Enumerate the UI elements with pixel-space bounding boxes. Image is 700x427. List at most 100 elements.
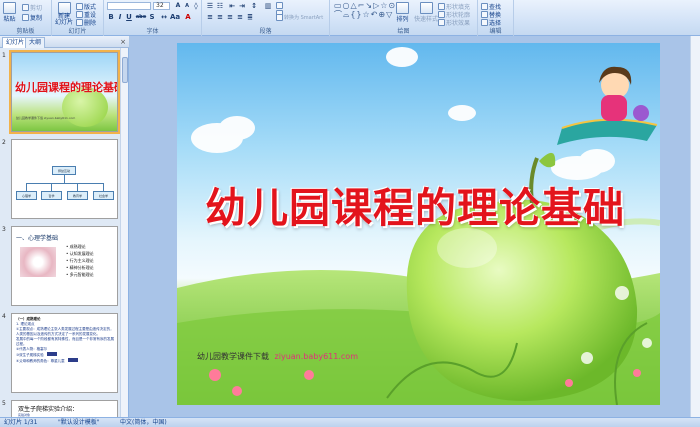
slides-label: 幻灯片 — [68, 28, 87, 35]
shadow-button[interactable]: S — [148, 13, 156, 21]
thumbnail-scrollbar[interactable] — [120, 48, 128, 417]
font-group: 32 A A ◊ B I U abe S ↔ Aa A 字体 — [104, 0, 202, 36]
slide-thumbnail-1[interactable]: 幼儿园课程的理论基础 幼儿园教学课件下载 ziyuan.baby611.com — [9, 50, 120, 134]
scissors-icon — [22, 4, 29, 11]
clipboard-label: 剪贴板 — [16, 28, 35, 35]
slide-number: 1 — [2, 52, 6, 59]
bullets-icon[interactable]: ☰ — [206, 2, 214, 10]
slide-counter: 幻灯片 1/31 — [4, 419, 38, 426]
slide-footer[interactable]: 幼儿园教学课件下载 ziyuan.baby611.com — [197, 351, 358, 362]
arrange-icon — [396, 2, 409, 14]
editing-label: 编辑 — [489, 28, 502, 35]
copy-icon — [22, 14, 29, 21]
quick-styles-button[interactable]: 快速样式 — [414, 2, 438, 23]
justify-icon[interactable]: ≡ — [236, 13, 244, 21]
slide-number: 3 — [2, 226, 6, 233]
align-left-icon[interactable]: ≡ — [206, 13, 214, 21]
close-icon[interactable]: × — [120, 38, 126, 46]
numbering-icon[interactable]: ☷ — [216, 2, 224, 10]
decrease-indent-icon[interactable]: ⇤ — [228, 2, 236, 10]
convert-smartart-button[interactable]: 转换为 SmartArt — [276, 14, 323, 21]
theme-name: "默认设计模板" — [58, 419, 100, 426]
shapes-gallery-row2[interactable]: ⌒⌓{}☆↶⊕▽ — [334, 11, 394, 19]
line-spacing-icon[interactable]: ↕ — [250, 2, 258, 10]
editor-scrollbar[interactable] — [690, 36, 700, 417]
text-direction-button[interactable] — [276, 2, 283, 9]
copy-button[interactable]: 复制 — [22, 13, 42, 22]
distribute-icon[interactable]: ≣ — [246, 13, 254, 21]
connector — [77, 183, 78, 191]
list-item: ④父母和教师的角色：尊重儿童 — [16, 358, 116, 364]
slide-thumbnail-2[interactable]: 师幼互动 心理学 哲学 教育学 社会学 — [11, 139, 118, 219]
slide-number: 2 — [2, 139, 6, 146]
align-right-icon[interactable]: ≡ — [226, 13, 234, 21]
thumb-footer: 幼儿园教学课件下载 ziyuan.baby611.com — [16, 116, 76, 120]
fill-icon — [438, 3, 445, 10]
delete-icon — [76, 19, 83, 26]
list-item: 行为主义理论 — [66, 257, 94, 264]
grow-font-icon[interactable]: A — [174, 2, 182, 10]
italic-button[interactable]: I — [116, 13, 124, 21]
scrollbar-thumb[interactable] — [122, 57, 128, 83]
paste-button[interactable]: 粘贴 — [3, 2, 16, 23]
diagram-root-node: 师幼互动 — [52, 166, 76, 175]
magic-carpet — [557, 119, 657, 145]
thumb-title: 一、心理学基础 — [16, 235, 59, 242]
connector — [103, 183, 104, 191]
slide-title[interactable]: 幼儿园课程的理论基础 — [185, 174, 645, 234]
text-direction-icon — [276, 2, 283, 9]
footer-url: ziyuan.baby611.com — [274, 352, 358, 361]
main-slide[interactable]: 幼儿园课程的理论基础 幼儿园教学课件下载 ziyuan.baby611.com — [177, 43, 660, 405]
shrink-font-icon[interactable]: A — [183, 2, 191, 10]
slide-thumbnail-3[interactable]: 一、心理学基础 成熟理论 认知发展理论 行为主义理论 精神分析理论 多元智能理论 — [11, 226, 118, 306]
language-indicator: 中文(简体，中国) — [120, 419, 167, 426]
change-case-icon[interactable]: Aa — [170, 13, 180, 21]
smartart-icon — [276, 14, 283, 21]
clipboard-group: 粘贴 剪切 复制 剪贴板 — [0, 0, 52, 36]
list-item: 精神分析理论 — [66, 264, 94, 271]
quick-styles-icon — [419, 2, 433, 14]
columns-icon[interactable]: ▥ — [264, 2, 272, 10]
list-item: 发展中的每一个阶段都有其特殊性，而且是一个非常有序的发展过程。 — [16, 337, 114, 346]
clear-format-icon[interactable]: ◊ — [192, 2, 200, 10]
pane-tabs: 幻灯片 大纲 × — [0, 36, 129, 48]
underline-button[interactable]: U — [125, 13, 133, 21]
increase-indent-icon[interactable]: ⇥ — [238, 2, 246, 10]
outline-icon — [438, 11, 445, 18]
list-item: ①主要观点：成熟理论主张人类发展过程主要是由遗传决定的，人类的基因以及遗传的方式… — [16, 327, 114, 336]
align-center-icon[interactable]: ≡ — [216, 13, 224, 21]
hedgehog-image — [20, 247, 56, 277]
cursor-icon — [481, 19, 488, 26]
diagram-child-node: 社会学 — [93, 191, 114, 200]
drawing-group: ▭○△⌐↘▷☆⊙ ⌒⌓{}☆↶⊕▽ 排列 快速样式 形状填充 形状轮廓 形状效果… — [330, 0, 478, 36]
slide-thumbnail-5[interactable]: 双生子爬梯实验介绍： 实验对象 — [11, 400, 118, 417]
list-item: 认知发展理论 — [66, 250, 94, 257]
shapes-gallery[interactable]: ▭○△⌐↘▷☆⊙ — [334, 2, 395, 10]
thumb-title: 幼儿园课程的理论基础 — [15, 81, 118, 94]
list-item: 多元智能理论 — [66, 271, 94, 278]
arrange-button[interactable]: 排列 — [396, 2, 409, 23]
diagram-child-node: 心理学 — [16, 191, 37, 200]
char-spacing-icon[interactable]: ↔ — [160, 13, 168, 21]
thumb-body: （一）成熟理论 1. 理论观点 ①主要观点：成熟理论主张人类发展过程主要是由遗传… — [16, 317, 116, 364]
strikethrough-button[interactable]: abe — [135, 13, 147, 21]
diagram-child-node: 教育学 — [67, 191, 88, 200]
reset-icon — [76, 11, 83, 18]
cut-button[interactable]: 剪切 — [22, 3, 42, 12]
slide-number: 5 — [2, 400, 6, 407]
new-slide-button[interactable]: 新建 幻灯片 — [55, 2, 73, 26]
paragraph-group: ☰ ☷ ⇤ ⇥ ↕ ▥ ≡ ≡ ≡ ≡ ≣ 转换为 SmartArt 段落 — [202, 0, 330, 36]
powerpoint-window: 粘贴 剪切 复制 剪贴板 新建 幻灯片 版式 重设 删除 幻灯片 32 A A … — [0, 0, 700, 427]
connector — [26, 183, 27, 191]
bold-button[interactable]: B — [107, 13, 115, 21]
binoculars-icon — [481, 3, 488, 10]
slide-number: 4 — [2, 313, 6, 320]
footer-label: 幼儿园教学课件下载 — [197, 352, 269, 361]
font-name-combo[interactable] — [107, 2, 151, 10]
font-label: 字体 — [146, 28, 159, 35]
slide-thumbnail-4[interactable]: （一）成熟理论 1. 理论观点 ①主要观点：成熟理论主张人类发展过程主要是由遗传… — [11, 313, 118, 393]
font-size-combo[interactable]: 32 — [153, 2, 170, 10]
tab-outline[interactable]: 大纲 — [25, 37, 46, 48]
slide-editor-canvas: 幼儿园课程的理论基础 幼儿园教学课件下载 ziyuan.baby611.com — [130, 36, 700, 417]
font-color-icon[interactable]: A — [184, 13, 192, 21]
